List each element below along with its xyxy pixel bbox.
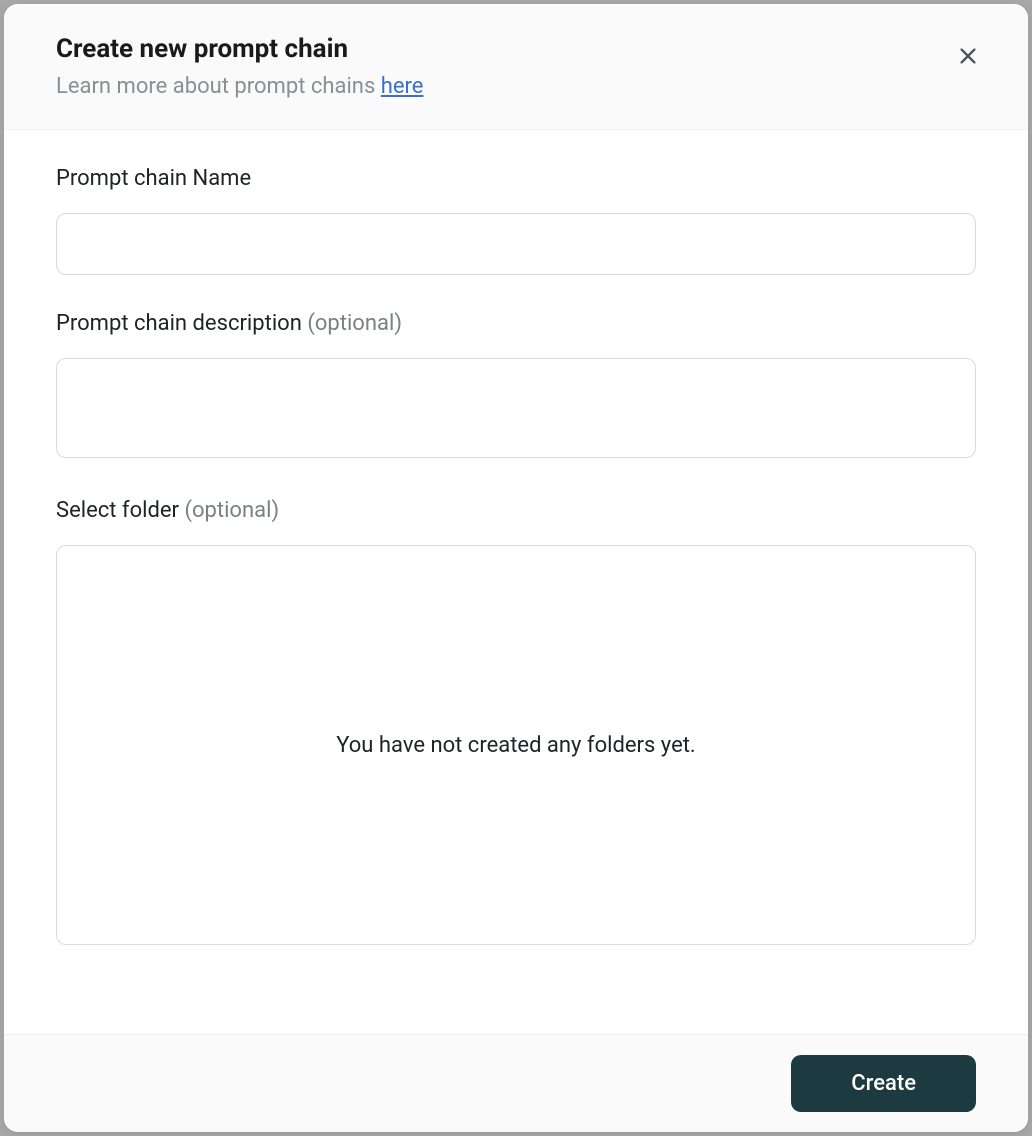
- folder-label: Select folder (optional): [56, 498, 976, 523]
- subtitle-text: Learn more about prompt chains: [56, 74, 381, 99]
- description-input[interactable]: [56, 358, 976, 458]
- create-prompt-chain-modal: Create new prompt chain Learn more about…: [4, 4, 1028, 1132]
- name-group: Prompt chain Name: [56, 166, 976, 275]
- description-group: Prompt chain description (optional): [56, 311, 976, 462]
- create-button[interactable]: Create: [791, 1055, 976, 1112]
- description-label-optional: (optional): [307, 311, 402, 336]
- close-button[interactable]: [952, 40, 984, 72]
- name-label: Prompt chain Name: [56, 166, 976, 191]
- close-icon: [957, 45, 979, 67]
- description-label: Prompt chain description (optional): [56, 311, 976, 336]
- folder-select-box[interactable]: You have not created any folders yet.: [56, 545, 976, 945]
- folder-group: Select folder (optional) You have not cr…: [56, 498, 976, 945]
- name-input[interactable]: [56, 213, 976, 275]
- modal-footer: Create: [4, 1034, 1028, 1132]
- learn-more-link[interactable]: here: [381, 74, 424, 99]
- folder-label-optional: (optional): [184, 498, 279, 523]
- modal-subtitle: Learn more about prompt chains here: [56, 74, 976, 99]
- modal-title: Create new prompt chain: [56, 34, 976, 64]
- folder-label-main: Select folder: [56, 498, 184, 523]
- modal-header: Create new prompt chain Learn more about…: [4, 4, 1028, 130]
- description-label-main: Prompt chain description: [56, 311, 307, 336]
- folder-empty-text: You have not created any folders yet.: [336, 733, 696, 758]
- modal-body: Prompt chain Name Prompt chain descripti…: [4, 130, 1028, 1034]
